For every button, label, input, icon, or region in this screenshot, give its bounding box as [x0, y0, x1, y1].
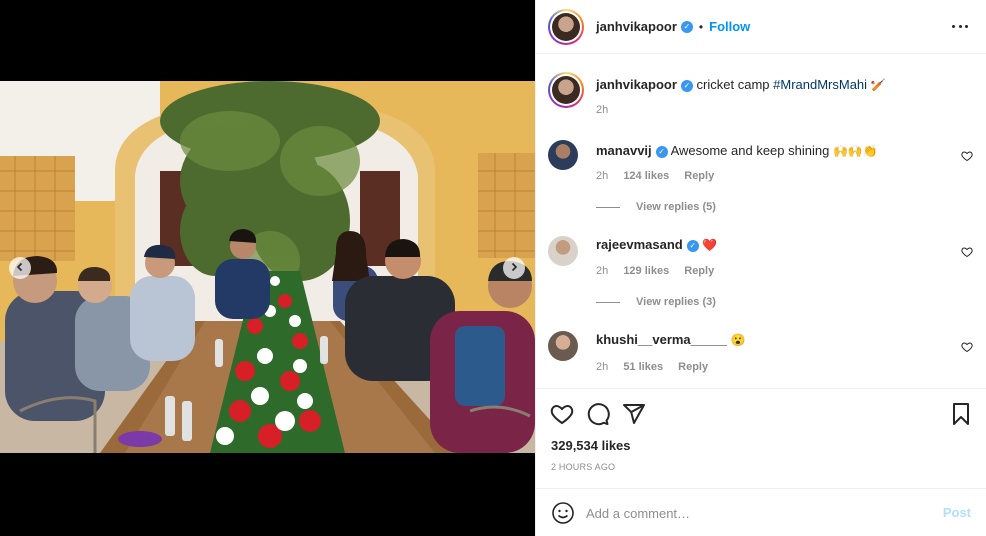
comment-item: khushi__verma_____ 😮 2h 51 likes Reply	[548, 331, 975, 381]
add-comment-bar: Post	[536, 488, 986, 536]
comment-emoji: 😮	[730, 333, 746, 347]
verified-icon: ✓	[680, 79, 693, 92]
post-side-panel: janhvikapoor ✓ • Follow janhvikapoor ✓ cr…	[535, 0, 986, 536]
comment-emoji: 🙌🙌👏	[832, 144, 878, 158]
reply-button[interactable]: Reply	[684, 170, 714, 182]
post-time[interactable]: 2 HOURS AGO	[551, 462, 615, 472]
chevron-left-icon	[15, 259, 25, 277]
author-username[interactable]: janhvikapoor	[596, 19, 677, 34]
follow-button[interactable]: Follow	[709, 19, 750, 34]
view-replies-button[interactable]: View replies (5)	[596, 201, 716, 213]
more-icon[interactable]	[952, 18, 968, 34]
reply-button[interactable]: Reply	[684, 265, 714, 277]
comment-item: rajeevmasand ✓ ❤️ 2h 129 likes Reply	[548, 236, 975, 286]
comment-likes[interactable]: 129 likes	[623, 265, 669, 277]
post-header: janhvikapoor ✓ • Follow	[536, 0, 986, 54]
heart-icon[interactable]	[550, 402, 574, 426]
comment-text: Awesome and keep shining	[670, 143, 830, 158]
comment-emoji: ❤️	[702, 238, 718, 252]
comment-item: manavvij ✓ Awesome and keep shining 🙌🙌👏 2…	[548, 140, 975, 190]
share-icon[interactable]	[622, 402, 646, 426]
heart-icon[interactable]	[961, 150, 973, 162]
heart-icon[interactable]	[961, 246, 973, 258]
view-replies-label: View replies (5)	[636, 201, 716, 213]
heart-icon[interactable]	[961, 341, 973, 353]
chevron-right-icon	[509, 259, 519, 277]
comments-list[interactable]: janhvikapoor ✓ cricket camp #MrandMrsMahi…	[536, 55, 986, 388]
post-comment-button[interactable]: Post	[943, 505, 971, 520]
caption-text: cricket camp	[696, 77, 770, 92]
author-avatar[interactable]	[548, 8, 584, 45]
caption-avatar[interactable]	[548, 72, 584, 108]
commenter-avatar[interactable]	[548, 140, 578, 170]
comment-likes[interactable]: 51 likes	[623, 361, 663, 373]
verified-icon: ✓	[680, 20, 693, 33]
post-actions: 329,534 likes 2 HOURS AGO	[536, 388, 986, 488]
emoji-icon[interactable]	[551, 501, 575, 525]
commenter-avatar[interactable]	[548, 236, 578, 266]
view-replies-label: View replies (3)	[636, 296, 716, 308]
comment-likes[interactable]: 124 likes	[623, 170, 669, 182]
caption-time[interactable]: 2h	[596, 104, 608, 116]
comment-input[interactable]	[586, 501, 926, 525]
comment-time[interactable]: 2h	[596, 361, 608, 373]
separator-dot: •	[698, 19, 704, 34]
reply-button[interactable]: Reply	[678, 361, 708, 373]
post-caption: janhvikapoor ✓ cricket camp #MrandMrsMahi…	[548, 72, 975, 122]
comment-username[interactable]: manavvij	[596, 143, 652, 158]
post-photo[interactable]	[0, 81, 535, 453]
carousel-next-button[interactable]	[503, 257, 525, 279]
view-replies-button[interactable]: View replies (3)	[596, 296, 716, 308]
comment-time[interactable]: 2h	[596, 170, 608, 182]
comment-username[interactable]: khushi__verma_____	[596, 332, 727, 347]
commenter-avatar[interactable]	[548, 331, 578, 361]
verified-icon: ✓	[686, 239, 699, 252]
comment-time[interactable]: 2h	[596, 265, 608, 277]
caption-username[interactable]: janhvikapoor	[596, 77, 677, 92]
comment-username[interactable]: rajeevmasand	[596, 237, 683, 252]
likes-count[interactable]: 329,534 likes	[551, 438, 631, 453]
bookmark-icon[interactable]	[949, 402, 973, 426]
carousel-prev-button[interactable]	[9, 257, 31, 279]
post-media	[0, 0, 535, 536]
caption-hashtag[interactable]: #MrandMrsMahi	[773, 77, 867, 92]
caption-emoji: 🏏	[870, 78, 886, 92]
comment-icon[interactable]	[586, 402, 610, 426]
verified-icon: ✓	[655, 145, 668, 158]
